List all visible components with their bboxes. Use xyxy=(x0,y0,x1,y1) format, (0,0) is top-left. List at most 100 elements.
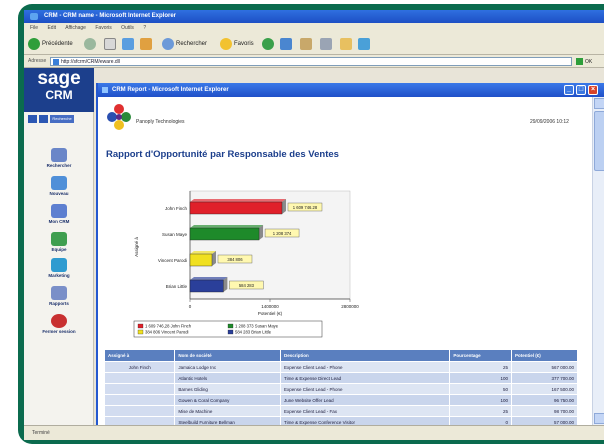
chart-bar xyxy=(189,201,283,215)
chart-x-axis-title: Potentiel (€) xyxy=(258,311,283,316)
browser-menu-bar: File Edit Affichage Favoris Outils ? xyxy=(24,23,604,33)
folder-button[interactable] xyxy=(340,37,354,51)
menu-item-edit[interactable]: Edit xyxy=(47,25,56,31)
media-button[interactable] xyxy=(262,37,276,51)
table-header-row: Assigné à Nom de société Description Pou… xyxy=(103,349,579,362)
menu-item-tools[interactable]: Outils xyxy=(121,25,134,31)
table-cell-percentage: 0 xyxy=(449,416,512,425)
table-cell-company: Gowen & Coral Company xyxy=(174,394,281,406)
menu-item-favorites[interactable]: Favoris xyxy=(95,25,111,31)
chart-bar xyxy=(189,279,224,293)
chart-bar xyxy=(189,227,260,241)
column-header-percentage[interactable]: Pourcentage xyxy=(449,349,512,362)
quick-find-bar: Recherche xyxy=(28,115,74,123)
table-cell-potential: 98 700.00 xyxy=(510,405,579,417)
sidebar-item-reports[interactable]: Rapports xyxy=(24,286,94,306)
chart-bar-top xyxy=(190,225,264,228)
crm-sidebar: sage CRM Recherche Rechercher Nouveau Mo… xyxy=(24,68,94,440)
table-row: Atlantic Hotels Time & Expense Direct Lea… xyxy=(103,372,579,384)
history-button[interactable] xyxy=(280,37,294,51)
table-cell-company: Mise de Machine xyxy=(174,405,281,417)
company-name: Panoply Technologies xyxy=(136,119,185,125)
chart-bar-top xyxy=(190,277,228,280)
sidebar-item-logout[interactable]: Fermer session xyxy=(24,314,94,334)
address-input[interactable]: http://sfcrm/CRM/eware.dll xyxy=(50,57,572,66)
quick-find-box-2[interactable] xyxy=(39,115,48,123)
go-button[interactable]: OK xyxy=(576,57,598,66)
table-cell-description: Expense Client Lead - Fax xyxy=(279,405,451,417)
table-cell-assigned xyxy=(103,405,176,417)
sidebar-item-new[interactable]: Nouveau xyxy=(24,176,94,196)
sidebar-item-search[interactable]: Rechercher xyxy=(24,148,94,168)
column-header-description[interactable]: Description xyxy=(279,349,451,362)
chart-bar-top xyxy=(190,199,286,202)
vertical-scrollbar[interactable] xyxy=(592,97,604,425)
close-button[interactable]: × xyxy=(588,85,598,95)
refresh-icon xyxy=(122,38,134,50)
print-button[interactable] xyxy=(320,37,334,51)
report-title: Rapport d'Opportunité par Responsable de… xyxy=(106,149,339,160)
table-cell-description: June Website Offer Lead xyxy=(279,394,451,406)
sidebar-item-marketing[interactable]: Marketing xyxy=(24,258,94,278)
table-cell-company: Jamaica Lodge Inc xyxy=(174,361,281,373)
favorites-button[interactable]: Favoris xyxy=(220,37,254,51)
table-cell-description: Expense Client Lead - Phone xyxy=(279,383,451,395)
media-icon xyxy=(262,38,274,50)
page-icon xyxy=(53,59,59,65)
opportunity-bar-chart: John Finch 1 609 746.28 Susan Maye 1 208 37… xyxy=(133,190,359,338)
chart-legend-swatch xyxy=(137,329,144,335)
column-header-assigned[interactable]: Assigné à xyxy=(103,349,176,362)
menu-item-file[interactable]: File xyxy=(30,25,38,31)
chart-category-label: John Finch xyxy=(165,206,188,211)
marketing-icon xyxy=(51,258,67,272)
table-cell-percentage: 100 xyxy=(449,372,512,384)
table-cell-percentage: 25 xyxy=(449,405,512,417)
mail-button[interactable] xyxy=(300,37,314,51)
forward-button[interactable] xyxy=(84,37,98,51)
logout-icon xyxy=(51,314,67,328)
chart-legend-label: 1 609 746,28 John Finch xyxy=(145,324,192,329)
messenger-button[interactable] xyxy=(358,37,372,51)
chart-bar xyxy=(189,253,213,267)
status-text: Terminé xyxy=(32,430,50,436)
forward-arrow-icon xyxy=(84,38,96,50)
table-row: Mise de Machine Expense Client Lead - Fax… xyxy=(103,405,579,417)
team-icon xyxy=(51,232,67,246)
table-cell-potential: 377 700.00 xyxy=(510,372,579,384)
chart-legend-swatch xyxy=(227,329,234,335)
scroll-down-button[interactable] xyxy=(594,413,604,424)
maximize-button[interactable]: □ xyxy=(576,85,586,95)
table-cell-potential: 167 500.00 xyxy=(510,383,579,395)
sidebar-item-my-crm[interactable]: Mon CRM xyxy=(24,204,94,224)
back-button[interactable]: Précédente xyxy=(28,37,73,51)
popup-title: CRM Report - Microsoft Internet Explorer xyxy=(112,87,229,93)
sidebar-item-team[interactable]: Equipe xyxy=(24,232,94,252)
menu-item-help[interactable]: ? xyxy=(143,25,146,31)
opportunity-table: Assigné à Nom de société Description Pou… xyxy=(103,349,579,425)
refresh-button[interactable] xyxy=(122,37,136,51)
chart-category-label: Susan Maye xyxy=(162,232,188,237)
menu-item-view[interactable]: Affichage xyxy=(65,25,86,31)
chart-x-tick-label: 2800000 xyxy=(341,304,359,309)
search-button[interactable]: Rechercher xyxy=(162,37,207,51)
column-header-potential[interactable]: Potentiel (€) xyxy=(510,349,579,362)
new-document-icon xyxy=(51,176,67,190)
magnifier-icon xyxy=(51,148,67,162)
quick-find-button[interactable]: Recherche xyxy=(50,115,74,123)
popup-title-bar: CRM Report - Microsoft Internet Explorer… xyxy=(98,83,604,97)
minimize-button[interactable]: _ xyxy=(564,85,574,95)
chart-category-label: Vincent Parodi xyxy=(158,258,187,263)
print-icon xyxy=(320,38,332,50)
chart-x-tick-label: 0 xyxy=(189,304,192,309)
folder-icon xyxy=(340,38,352,50)
home-button[interactable] xyxy=(140,37,154,51)
scroll-thumb[interactable] xyxy=(594,111,604,171)
scroll-up-button[interactable] xyxy=(594,98,604,109)
chart-legend-swatch xyxy=(227,323,234,329)
stop-button[interactable] xyxy=(104,37,118,51)
chart-data-label: 384 806 xyxy=(227,257,243,262)
quick-find-box-1[interactable] xyxy=(28,115,37,123)
column-header-company[interactable]: Nom de société xyxy=(174,349,281,362)
table-cell-assigned xyxy=(103,372,176,384)
table-cell-assigned: John Finch xyxy=(103,361,176,373)
